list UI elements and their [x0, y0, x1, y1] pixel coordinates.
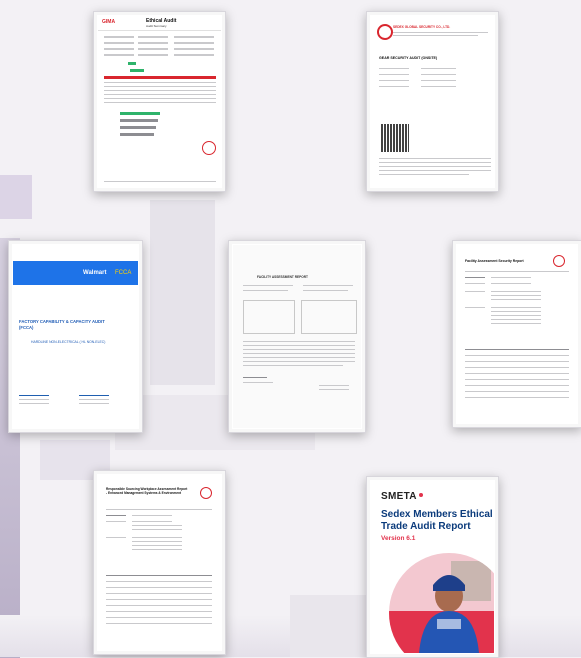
inspection-certificate[interactable]: FACILITY ASSESSMENT REPORT — [228, 240, 366, 433]
ethical-audit-report[interactable]: GIMA Ethical Audit Audit Summary — [93, 11, 226, 192]
doc-title: Facility Assessment Security Report — [465, 259, 524, 263]
fcca-tag: FCCA — [115, 270, 132, 276]
bg-block — [150, 200, 215, 385]
walmart-logo: Walmart — [83, 270, 107, 276]
security-audit-report[interactable]: SEDEX GLOBAL SECURITY CO., LTD. GEAR SEC… — [366, 11, 499, 192]
doc-title-line2: Trade Audit Report — [381, 521, 471, 532]
bg-block — [290, 595, 370, 657]
smeta-logo: SMETA — [381, 491, 417, 502]
facility-security-report[interactable]: Facility Assessment Security Report — [452, 240, 581, 428]
doc-title: GEAR SECURITY AUDIT (ONSITE) — [379, 56, 438, 60]
responsible-sourcing-report[interactable]: Responsible Sourcing Workplace Assessmen… — [93, 470, 226, 655]
qr-code-icon — [381, 124, 409, 152]
ul-logo-icon — [553, 255, 565, 267]
fcca-report[interactable]: Walmart FCCA FACTORY CAPABILITY & CAPACI… — [8, 240, 143, 433]
ul-logo-icon — [200, 487, 212, 499]
doc-title: FACILITY ASSESSMENT REPORT — [257, 275, 309, 279]
doc-title: Responsible Sourcing Workplace Assessmen… — [106, 487, 188, 495]
smeta-logo-dot-icon — [419, 493, 423, 497]
doc-title: FACTORY CAPABILITY & CAPACITY AUDIT — [19, 319, 105, 324]
doc-category: HARDLINE NON-ELECTRICAL ( HL NON-ELEC) — [31, 340, 106, 344]
bg-block — [0, 175, 32, 219]
smeta-report[interactable]: SMETA Sedex Members Ethical Trade Audit … — [366, 476, 499, 658]
doc-title: Sedex Members Ethical — [381, 509, 493, 520]
stamp-icon — [202, 141, 216, 155]
doc-title-abbr: (FCCA) — [19, 325, 34, 330]
company-header: SEDEX GLOBAL SECURITY CO., LTD. — [393, 25, 451, 29]
doc-subtitle: Audit Summary — [146, 24, 167, 28]
company-logo-icon — [377, 24, 393, 40]
brand-logo: GIMA — [102, 19, 116, 25]
worker-photo — [379, 541, 494, 653]
